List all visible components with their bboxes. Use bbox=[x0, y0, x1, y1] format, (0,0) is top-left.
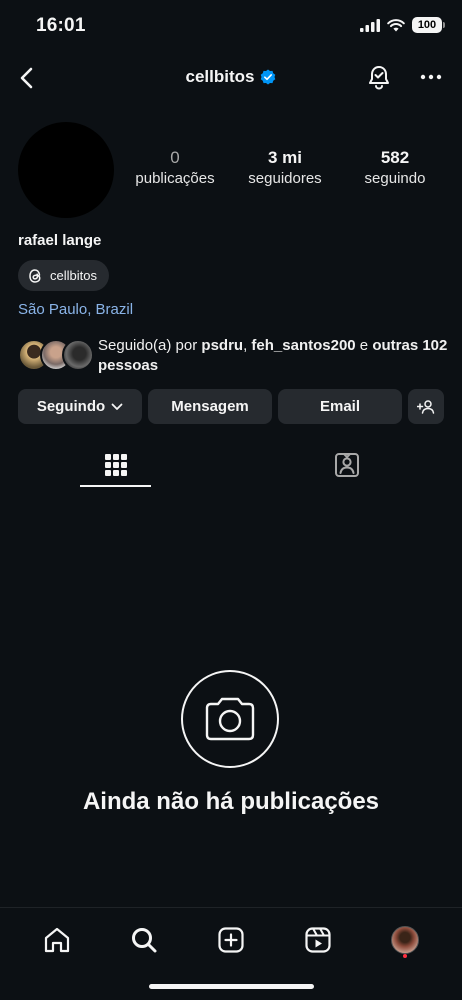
status-bar: 16:01 100 bbox=[0, 0, 462, 56]
stat-following-number: 582 bbox=[380, 148, 410, 167]
followed-by-conj: e bbox=[355, 337, 373, 354]
followed-by[interactable]: Seguido(a) por psdru, feh_santos200 e ou… bbox=[18, 336, 448, 376]
bottom-nav-items bbox=[0, 920, 462, 960]
following-label: Seguindo bbox=[36, 398, 106, 415]
mutual-avatar bbox=[62, 339, 94, 371]
threads-badge[interactable]: cellbitos bbox=[18, 260, 109, 291]
status-icons: 100 bbox=[360, 17, 445, 33]
stat-posts-number: 0 bbox=[170, 148, 180, 167]
threads-icon bbox=[29, 268, 41, 283]
tagged-person-icon bbox=[334, 453, 359, 477]
search-icon bbox=[132, 928, 157, 953]
threads-handle: cellbitos bbox=[50, 268, 97, 283]
profile-tabs bbox=[0, 443, 462, 487]
grid-icon bbox=[104, 454, 127, 476]
status-time: 16:01 bbox=[36, 15, 86, 36]
following-button[interactable]: Seguindo bbox=[18, 389, 142, 424]
stat-following-label: seguindo bbox=[364, 170, 426, 187]
stat-posts-label: publicações bbox=[135, 170, 215, 187]
cellular-signal-icon bbox=[360, 18, 380, 32]
wifi-icon bbox=[387, 18, 405, 31]
notifications-button[interactable] bbox=[364, 62, 394, 92]
camera-icon bbox=[205, 697, 255, 741]
reels-icon bbox=[305, 927, 331, 953]
followed-by-text: Seguido(a) por psdru, feh_santos200 e ou… bbox=[98, 336, 448, 376]
verified-badge-icon bbox=[261, 69, 276, 85]
more-horizontal-icon bbox=[420, 74, 442, 80]
nav-profile[interactable] bbox=[385, 920, 425, 960]
profile-stats: 0 publicações 3 mi seguidores 582 seguin… bbox=[120, 148, 450, 187]
location-link[interactable]: São Paulo, Brazil bbox=[18, 301, 133, 318]
suggested-users-button[interactable] bbox=[408, 389, 444, 424]
stat-followers-label: seguidores bbox=[248, 170, 322, 187]
tab-posts-grid[interactable] bbox=[0, 443, 231, 487]
header-actions bbox=[364, 62, 446, 92]
message-button[interactable]: Mensagem bbox=[148, 389, 272, 424]
empty-state-title: Ainda não há publicações bbox=[82, 788, 380, 815]
stat-followers[interactable]: 3 mi seguidores bbox=[230, 148, 340, 187]
username: cellbitos bbox=[185, 67, 255, 86]
nav-home[interactable] bbox=[37, 920, 77, 960]
email-button[interactable]: Email bbox=[278, 389, 402, 424]
empty-state-camera bbox=[181, 670, 279, 768]
followed-by-prefix: Seguido(a) por bbox=[98, 337, 202, 354]
battery-icon: 100 bbox=[412, 17, 445, 33]
stat-following[interactable]: 582 seguindo bbox=[340, 148, 450, 187]
mutual-avatars bbox=[18, 339, 96, 373]
stat-followers-number: 3 mi bbox=[267, 148, 303, 167]
profile-actions: Seguindo Mensagem Email bbox=[18, 389, 444, 424]
chevron-down-icon bbox=[111, 403, 123, 410]
profile-screen: 16:01 100 cellbitos 0 publicações 3 mi s… bbox=[0, 0, 462, 1000]
own-avatar bbox=[390, 926, 419, 954]
bell-check-icon bbox=[369, 66, 389, 90]
mutual-user-1: psdru bbox=[201, 337, 244, 354]
nav-reels[interactable] bbox=[298, 920, 338, 960]
nav-search[interactable] bbox=[124, 920, 164, 960]
full-name: rafael lange bbox=[18, 232, 102, 249]
active-tab-indicator bbox=[80, 485, 151, 487]
home-indicator bbox=[149, 984, 314, 989]
plus-square-icon bbox=[218, 927, 244, 953]
stat-posts[interactable]: 0 publicações bbox=[120, 148, 230, 187]
profile-header: cellbitos bbox=[0, 58, 462, 98]
nav-create[interactable] bbox=[211, 920, 251, 960]
tab-tagged[interactable] bbox=[231, 443, 462, 487]
more-options-button[interactable] bbox=[416, 62, 446, 92]
home-icon bbox=[45, 927, 70, 953]
mutual-user-2: feh_santos200 bbox=[251, 337, 356, 354]
add-person-icon bbox=[417, 399, 435, 414]
notification-dot bbox=[402, 954, 407, 958]
profile-avatar[interactable] bbox=[18, 122, 114, 218]
